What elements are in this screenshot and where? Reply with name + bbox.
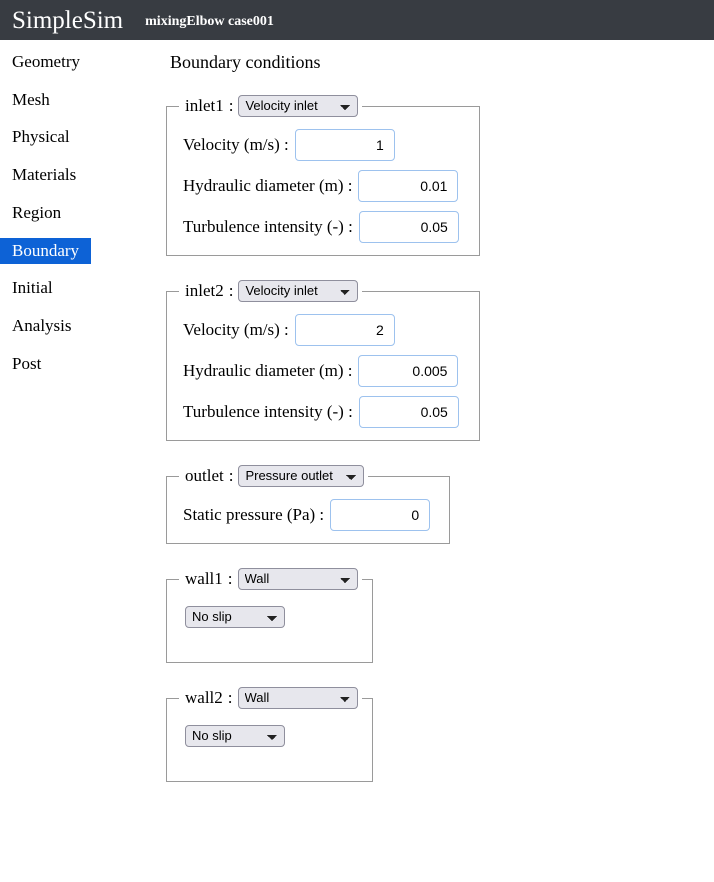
boundary-name-inlet2: inlet2: [185, 281, 224, 300]
wall-slip-select-wall2[interactable]: No slip Slip: [185, 725, 285, 747]
boundary-name-outlet: outlet: [185, 466, 224, 485]
boundary-group-inlet1: inlet1: Velocity inlet Pressure outlet W…: [166, 95, 480, 256]
field-row-static-pressure-outlet: Static pressure (Pa) :: [183, 499, 439, 531]
velocity-input-inlet2[interactable]: [294, 314, 395, 346]
boundary-type-select-inlet2[interactable]: Velocity inlet Pressure outlet Wall: [238, 280, 359, 302]
legend-separator: :: [228, 281, 234, 300]
wall-slip-row-wall2: No slip Slip: [185, 725, 362, 747]
field-row-hydraulic-diameter-inlet1: Hydraulic diameter (m) :: [183, 170, 469, 202]
field-label-turbulence-intensity: Turbulence intensity (-) :: [183, 217, 353, 236]
app-body: Geometry Mesh Physical Materials Region …: [0, 40, 714, 882]
field-row-turbulence-intensity-inlet1: Turbulence intensity (-) :: [183, 211, 469, 243]
boundary-conditions-panel: Boundary conditions inlet1: Velocity inl…: [160, 40, 714, 806]
sidebar-item-initial[interactable]: Initial: [0, 275, 53, 302]
case-name-label: mixingElbow case001: [145, 14, 274, 29]
boundary-legend-wall2: wall2: Wall Velocity inlet Pressure outl…: [179, 687, 362, 709]
sidebar-item-materials[interactable]: Materials: [0, 162, 76, 189]
boundary-group-outlet: outlet: Pressure outlet Velocity inlet W…: [166, 465, 450, 544]
field-row-turbulence-intensity-inlet2: Turbulence intensity (-) :: [183, 396, 469, 428]
field-label-velocity: Velocity (m/s) :: [183, 135, 289, 154]
legend-separator: :: [227, 569, 233, 588]
boundary-type-select-outlet[interactable]: Pressure outlet Velocity inlet Wall: [238, 465, 365, 487]
app-header: SimpleSim mixingElbow case001: [0, 0, 714, 40]
boundary-type-select-inlet1[interactable]: Velocity inlet Pressure outlet Wall: [238, 95, 359, 117]
page-title: Boundary conditions: [170, 52, 321, 72]
field-label-turbulence-intensity: Turbulence intensity (-) :: [183, 402, 353, 421]
sidebar-item-geometry[interactable]: Geometry: [0, 49, 80, 76]
legend-separator: :: [228, 96, 234, 115]
boundary-legend-wall1: wall1: Wall Velocity inlet Pressure outl…: [179, 568, 362, 590]
hydraulic-diameter-input-inlet2[interactable]: [358, 355, 459, 387]
boundary-name-inlet1: inlet1: [185, 96, 224, 115]
legend-separator: :: [228, 466, 234, 485]
static-pressure-input-outlet[interactable]: [330, 499, 431, 531]
field-row-velocity-inlet2: Velocity (m/s) :: [183, 314, 469, 346]
sidebar-item-analysis[interactable]: Analysis: [0, 313, 72, 340]
sidebar-item-mesh[interactable]: Mesh: [0, 87, 50, 114]
boundary-group-wall1: wall1: Wall Velocity inlet Pressure outl…: [166, 568, 373, 663]
field-label-velocity: Velocity (m/s) :: [183, 320, 289, 339]
field-row-hydraulic-diameter-inlet2: Hydraulic diameter (m) :: [183, 355, 469, 387]
sidebar-nav: Geometry Mesh Physical Materials Region …: [0, 40, 160, 389]
boundary-name-wall1: wall1: [185, 569, 223, 588]
wall-slip-select-wall1[interactable]: No slip Slip: [185, 606, 285, 628]
wall-slip-row-wall1: No slip Slip: [185, 606, 362, 628]
field-label-static-pressure: Static pressure (Pa) :: [183, 505, 325, 524]
boundary-type-select-wall2[interactable]: Wall Velocity inlet Pressure outlet: [237, 687, 358, 709]
turbulence-intensity-input-inlet2[interactable]: [358, 396, 459, 428]
hydraulic-diameter-input-inlet1[interactable]: [358, 170, 459, 202]
velocity-input-inlet1[interactable]: [294, 129, 395, 161]
boundary-legend-inlet1: inlet1: Velocity inlet Pressure outlet W…: [179, 95, 362, 117]
field-label-hydraulic-diameter: Hydraulic diameter (m) :: [183, 361, 353, 380]
boundary-legend-inlet2: inlet2: Velocity inlet Pressure outlet W…: [179, 280, 362, 302]
sidebar-item-boundary[interactable]: Boundary: [0, 237, 92, 265]
app-brand: SimpleSim: [12, 6, 124, 34]
boundary-name-wall2: wall2: [185, 688, 223, 707]
legend-separator: :: [227, 688, 233, 707]
boundary-group-inlet2: inlet2: Velocity inlet Pressure outlet W…: [166, 280, 480, 441]
sidebar-item-post[interactable]: Post: [0, 351, 41, 378]
boundary-group-wall2: wall2: Wall Velocity inlet Pressure outl…: [166, 687, 373, 782]
turbulence-intensity-input-inlet1[interactable]: [358, 211, 459, 243]
boundary-type-select-wall1[interactable]: Wall Velocity inlet Pressure outlet: [237, 568, 358, 590]
boundary-legend-outlet: outlet: Pressure outlet Velocity inlet W…: [179, 465, 368, 487]
field-row-velocity-inlet1: Velocity (m/s) :: [183, 129, 469, 161]
field-label-hydraulic-diameter: Hydraulic diameter (m) :: [183, 176, 353, 195]
sidebar-item-physical[interactable]: Physical: [0, 124, 70, 151]
sidebar-item-region[interactable]: Region: [0, 200, 61, 227]
